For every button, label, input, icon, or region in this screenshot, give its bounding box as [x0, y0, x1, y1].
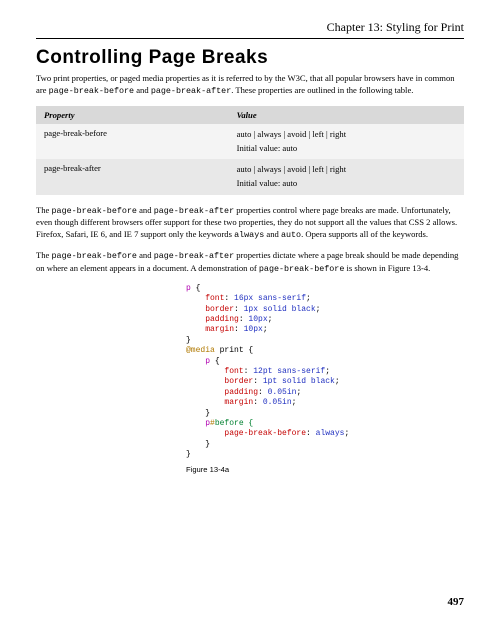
code-brace: } [205, 409, 210, 418]
text: . Opera supports all of the keywords. [301, 229, 428, 239]
col-header-property: Property [36, 106, 229, 124]
code-prop: padding [224, 388, 258, 397]
text: . These properties are outlined in the f… [231, 85, 413, 95]
code-prop: border [224, 377, 253, 386]
code-inline: page-break-before [52, 251, 137, 261]
code-semi: ; [344, 429, 349, 438]
text: The [36, 205, 52, 215]
code-val: 10px [248, 315, 267, 324]
code-colon: : [258, 388, 268, 397]
code-semi: ; [263, 325, 268, 334]
code-atrule: @media [186, 346, 215, 355]
code-val: 0.05in [263, 398, 292, 407]
section-heading: Controlling Page Breaks [36, 47, 464, 69]
code-brace: { [210, 357, 220, 366]
code-colon: : [234, 325, 244, 334]
code-val: 10px [244, 325, 263, 334]
value-options: auto | always | avoid | left | right [237, 128, 456, 142]
code-brace: { [191, 284, 201, 293]
code-prop: border [205, 305, 234, 314]
text: The [36, 250, 52, 260]
code-colon: : [253, 398, 263, 407]
code-semi: ; [268, 315, 273, 324]
intro-paragraph: Two print properties, or paged media pro… [36, 73, 464, 97]
code-media-val: print { [215, 346, 253, 355]
code-colon: : [306, 429, 316, 438]
text: and [134, 85, 151, 95]
code-prop: padding [205, 315, 239, 324]
properties-table: Property Value page-break-before auto | … [36, 106, 464, 195]
code-prop: page-break-before [224, 429, 306, 438]
code-semi: ; [335, 377, 340, 386]
code-semi: ; [296, 388, 301, 397]
code-inline: page-break-before [52, 206, 137, 216]
chapter-header: Chapter 13: Styling for Print [36, 20, 464, 39]
value-options: auto | always | avoid | left | right [237, 163, 456, 177]
code-colon: : [234, 305, 244, 314]
code-val: 12pt sans-serif [253, 367, 325, 376]
code-inline: page-break-after [154, 251, 234, 261]
code-colon: : [244, 367, 254, 376]
code-brace: } [186, 336, 191, 345]
paragraph-3: The page-break-before and page-break-aft… [36, 250, 464, 275]
value-initial: Initial value: auto [237, 177, 456, 191]
code-val: 1px solid black [244, 305, 316, 314]
page-number: 497 [448, 596, 465, 608]
code-semi: ; [316, 305, 321, 314]
code-colon: : [253, 377, 263, 386]
code-colon: : [239, 315, 249, 324]
text: and [264, 229, 281, 239]
table-header-row: Property Value [36, 106, 464, 124]
code-inline: page-break-before [49, 86, 134, 96]
code-val: 1pt solid black [263, 377, 335, 386]
code-prop: margin [205, 325, 234, 334]
table-row: page-break-after auto | always | avoid |… [36, 159, 464, 195]
table-row: page-break-before auto | always | avoid … [36, 124, 464, 160]
text: is shown in Figure 13-4. [344, 263, 430, 273]
text: and [137, 205, 154, 215]
figure-label: Figure 13-4a [186, 465, 464, 474]
cell-value: auto | always | avoid | left | right Ini… [229, 159, 464, 195]
code-inline: page-break-before [259, 264, 344, 274]
text: and [137, 250, 154, 260]
code-prop: margin [224, 398, 253, 407]
code-semi: ; [292, 398, 297, 407]
code-semi: ; [306, 294, 311, 303]
code-inline: auto [281, 230, 301, 240]
cell-property: page-break-before [36, 124, 229, 160]
code-val: 0.05in [268, 388, 297, 397]
code-val: 16px sans-serif [234, 294, 306, 303]
cell-property: page-break-after [36, 159, 229, 195]
value-initial: Initial value: auto [237, 142, 456, 156]
code-brace: } [205, 440, 210, 449]
cell-value: auto | always | avoid | left | right Ini… [229, 124, 464, 160]
code-colon: : [224, 294, 234, 303]
col-header-value: Value [229, 106, 464, 124]
code-brace: } [186, 450, 191, 459]
code-inline: always [234, 230, 264, 240]
code-inline: page-break-after [154, 206, 234, 216]
paragraph-2: The page-break-before and page-break-aft… [36, 205, 464, 241]
code-val: always [316, 429, 345, 438]
code-prop: font [205, 294, 224, 303]
code-pseudo: before { [215, 419, 253, 428]
code-block: p { font: 16px sans-serif; border: 1px s… [186, 284, 464, 461]
code-semi: ; [325, 367, 330, 376]
code-inline: page-break-after [151, 86, 231, 96]
code-prop: font [224, 367, 243, 376]
